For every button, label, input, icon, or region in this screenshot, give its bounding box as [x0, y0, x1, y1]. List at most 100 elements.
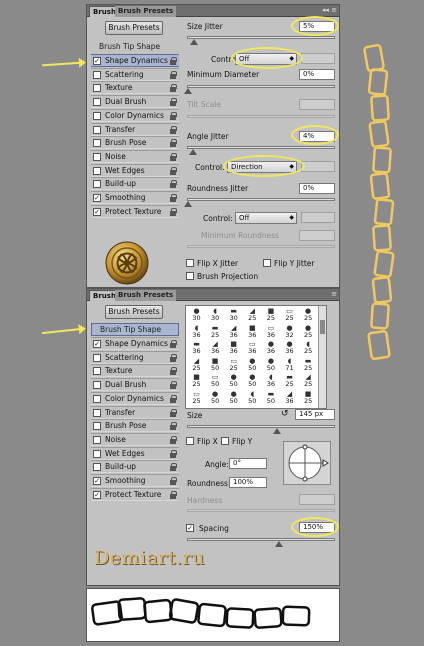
option-item[interactable]: Dual Brush — [91, 378, 179, 392]
option-item[interactable]: Transfer — [91, 122, 179, 136]
brush-tip-cell[interactable]: ■ 25 — [300, 390, 317, 404]
lock-icon[interactable] — [170, 394, 177, 403]
brush-tip-grid[interactable]: ● 30 ◖ 30 ▬ 30 ◢ 25 ■ 25 ▭ 25 ● 25 ◖ 36 ▬ 25 ◢ 36 ■ 36 ▭ 36 ● 32 ●… — [185, 305, 327, 409]
lock-icon[interactable] — [170, 367, 177, 376]
brush-tip-cell[interactable]: ● 30 — [188, 308, 205, 322]
option-item[interactable]: ✓ Shape Dynamics — [91, 54, 179, 67]
option-item[interactable]: Build-up — [91, 460, 179, 474]
option-checkbox[interactable] — [93, 125, 101, 134]
brush-tip-cell[interactable]: ▭ 36 — [244, 341, 261, 355]
size-field[interactable]: 145 px — [295, 409, 335, 420]
option-checkbox[interactable] — [93, 408, 101, 417]
grid-scrollbar[interactable] — [318, 306, 326, 408]
option-item[interactable]: Texture — [91, 81, 179, 95]
brush-presets-button[interactable]: Brush Presets — [105, 21, 163, 35]
brush-tip-cell[interactable]: ▬ 25 — [300, 357, 317, 371]
lock-icon[interactable] — [170, 340, 177, 348]
lock-icon[interactable] — [170, 125, 177, 134]
roundness-jitter-slider[interactable] — [187, 198, 335, 201]
brush-tip-cell[interactable]: ▭ 25 — [281, 308, 298, 322]
option-item[interactable]: Color Dynamics — [91, 391, 179, 405]
brush-tip-cell[interactable]: ▬ 50 — [262, 390, 279, 404]
lock-icon[interactable] — [170, 70, 177, 79]
roundness-jitter-knob[interactable] — [184, 201, 192, 207]
option-checkbox[interactable] — [93, 70, 101, 79]
option-checkbox[interactable] — [93, 435, 101, 444]
brush-tip-cell[interactable]: ◖ 25 — [300, 341, 317, 355]
brush-tip-cell[interactable]: ▭ 25 — [188, 390, 205, 404]
brush-tip-cell[interactable]: ● 25 — [300, 308, 317, 322]
brush-tip-cell[interactable]: ● 50 — [207, 390, 224, 404]
tab-brush-presets[interactable]: Brush Presets — [115, 290, 177, 301]
lock-icon[interactable] — [170, 381, 177, 390]
brush-tip-cell[interactable]: ■ 50 — [207, 357, 224, 371]
brush-tip-cell[interactable]: ▭ 36 — [262, 324, 279, 338]
brush-tip-shape-item[interactable]: Brush Tip Shape — [91, 323, 179, 336]
lock-icon[interactable] — [170, 194, 177, 202]
brush-tip-cell[interactable]: ▬ 25 — [207, 324, 224, 338]
brush-tip-cell[interactable]: ◖ 36 — [262, 374, 279, 388]
size-jitter-knob[interactable] — [190, 39, 198, 45]
brush-tip-cell[interactable]: ■ 25 — [262, 308, 279, 322]
size-slider[interactable] — [187, 425, 335, 428]
spacing-slider[interactable] — [187, 538, 335, 541]
brush-tip-cell[interactable]: ◢ 36 — [207, 341, 224, 355]
lock-icon[interactable] — [170, 477, 177, 485]
brush-tip-cell[interactable]: ▬ 25 — [281, 374, 298, 388]
control-select-3[interactable]: Off ◆ — [235, 212, 297, 224]
flip-y-jitter-checkbox[interactable] — [263, 259, 271, 267]
lock-icon[interactable] — [170, 84, 177, 93]
option-item[interactable]: Brush Pose — [91, 419, 179, 433]
spacing-checkbox[interactable]: ✓ — [186, 524, 194, 532]
lock-icon[interactable] — [170, 207, 177, 216]
lock-icon[interactable] — [170, 152, 177, 161]
spacing-knob[interactable] — [275, 541, 283, 547]
panel-menu-icon[interactable]: ◂◂ ≡ — [322, 6, 337, 14]
lock-icon[interactable] — [170, 463, 177, 472]
brush-tip-cell[interactable]: ◢ 25 — [244, 308, 261, 322]
option-checkbox[interactable] — [93, 449, 101, 458]
lock-icon[interactable] — [170, 57, 177, 65]
brush-tip-cell[interactable]: ◢ 25 — [188, 357, 205, 371]
option-checkbox[interactable] — [93, 152, 101, 161]
brush-tip-cell[interactable]: ■ 36 — [244, 324, 261, 338]
lock-icon[interactable] — [170, 111, 177, 120]
brush-tip-cell[interactable]: ◢ 36 — [225, 324, 242, 338]
flip-x-checkbox[interactable] — [186, 437, 194, 445]
option-item[interactable]: Brush Pose — [91, 136, 179, 150]
flip-y-checkbox[interactable] — [221, 437, 229, 445]
brush-tip-cell[interactable]: ● 50 — [225, 374, 242, 388]
option-item[interactable]: ✓ Smoothing — [91, 191, 179, 204]
angle-jitter-knob[interactable] — [189, 149, 197, 155]
option-checkbox[interactable] — [93, 84, 101, 93]
angle-field[interactable]: 0° — [229, 458, 267, 469]
option-checkbox[interactable] — [93, 180, 101, 189]
option-checkbox[interactable]: ✓ — [93, 207, 101, 216]
min-diameter-field[interactable]: 0% — [299, 69, 335, 80]
brush-tip-cell[interactable]: ▭ 50 — [207, 374, 224, 388]
option-checkbox[interactable] — [93, 139, 101, 148]
brush-tip-cell[interactable]: ◢ 36 — [281, 390, 298, 404]
option-checkbox[interactable] — [93, 381, 101, 390]
option-checkbox[interactable] — [93, 353, 101, 362]
option-item[interactable]: Texture — [91, 364, 179, 378]
brush-presets-button[interactable]: Brush Presets — [105, 305, 163, 319]
lock-icon[interactable] — [170, 490, 177, 499]
lock-icon[interactable] — [170, 166, 177, 175]
option-item[interactable]: Wet Edges — [91, 446, 179, 460]
lock-icon[interactable] — [170, 435, 177, 444]
brush-tip-cell[interactable]: ◖ 71 — [281, 357, 298, 371]
option-checkbox[interactable] — [93, 98, 101, 107]
option-checkbox[interactable] — [93, 367, 101, 376]
brush-tip-cell[interactable]: ◖ 36 — [188, 324, 205, 338]
brush-tip-cell[interactable]: ◖ 30 — [207, 308, 224, 322]
brush-tip-cell[interactable]: ● 50 — [244, 374, 261, 388]
lock-icon[interactable] — [170, 98, 177, 107]
brush-tip-cell[interactable]: ◢ 25 — [300, 374, 317, 388]
brush-tip-cell[interactable]: ● 50 — [244, 357, 261, 371]
option-item[interactable]: Dual Brush — [91, 95, 179, 109]
option-checkbox[interactable] — [93, 422, 101, 431]
option-item[interactable]: ✓ Smoothing — [91, 474, 179, 487]
option-checkbox[interactable]: ✓ — [93, 340, 101, 348]
brush-tip-cell[interactable]: ■ 36 — [225, 341, 242, 355]
